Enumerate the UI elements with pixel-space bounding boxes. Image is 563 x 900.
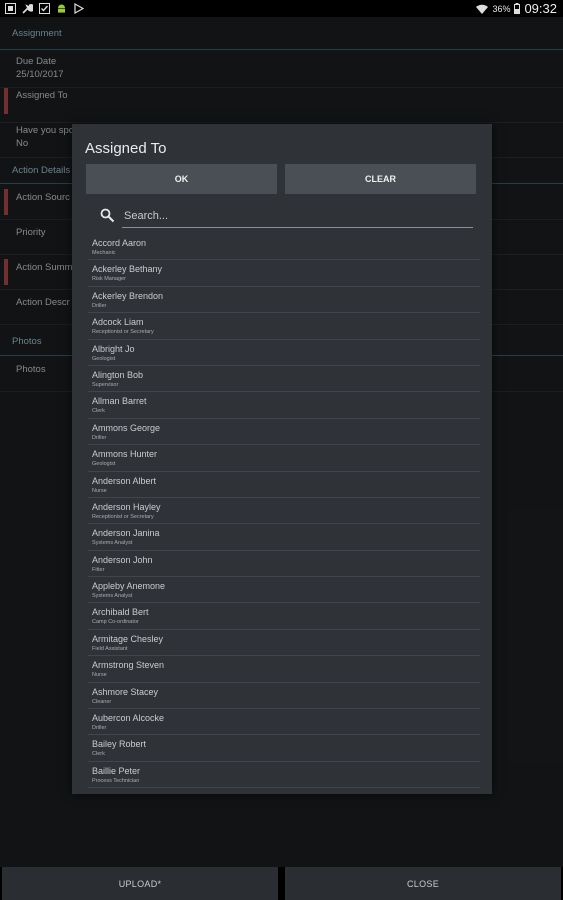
- clear-button[interactable]: CLEAR: [285, 164, 476, 194]
- person-role: Supervisor: [92, 381, 119, 388]
- person-role: Field Assistant: [92, 645, 128, 652]
- person-role: Clerk: [92, 751, 105, 758]
- list-item[interactable]: Adcock Liam Receptionist or Secretary: [88, 313, 480, 340]
- clock: 09:32: [524, 1, 557, 16]
- list-item[interactable]: Albright Jo Geologist: [88, 340, 480, 366]
- person-role: Systems Analyst: [92, 540, 133, 547]
- list-item[interactable]: Ammons Hunter Geologist: [88, 445, 480, 472]
- list-item[interactable]: Aubercon Alcocke Driller: [88, 709, 480, 736]
- list-item[interactable]: Ackerley Bethany Risk Manager: [88, 260, 480, 287]
- list-item[interactable]: Anderson Albert Nurse: [88, 472, 480, 498]
- list-item[interactable]: Ackerley Brendon Driller: [88, 287, 480, 314]
- person-role: Receptionist or Secretary: [92, 513, 154, 520]
- search-icon: [100, 208, 115, 223]
- person-name: Alington Bob: [92, 369, 144, 380]
- list-item[interactable]: Armitage Chesley Field Assistant: [88, 630, 480, 657]
- person-name: Allman Barret: [92, 396, 147, 407]
- person-role: Geologist: [92, 461, 116, 468]
- person-name: Ackerley Brendon: [92, 290, 164, 301]
- search-bar: [100, 206, 473, 228]
- list-item[interactable]: Appleby Anemone Systems Analyst: [88, 577, 480, 604]
- person-role: Camp Co-ordinator: [92, 619, 139, 626]
- battery-percent: 36%: [492, 3, 511, 14]
- person-role: Nurse: [92, 487, 107, 494]
- list-item[interactable]: Anderson John Fitter: [88, 551, 480, 578]
- wifi-icon: [476, 4, 489, 14]
- person-role: Clerk: [92, 408, 105, 415]
- person-name: Aubercon Alcocke: [92, 713, 165, 724]
- status-bar: 36% 09:32: [0, 0, 563, 17]
- list-item[interactable]: Bailey Robert Clerk: [88, 735, 480, 762]
- person-role: Systems Analyst: [92, 593, 133, 600]
- person-role: Receptionist or Secretary: [92, 329, 154, 336]
- person-name: Ashmore Stacey: [92, 686, 159, 697]
- person-role: Driller: [92, 434, 107, 441]
- person-role: Geologist: [92, 355, 116, 362]
- person-name: Armstrong Steven: [92, 660, 165, 671]
- assigned-to-dialog: Assigned To OK CLEAR Accord Aaron Mechani…: [72, 124, 492, 794]
- person-role: Driller: [92, 725, 107, 732]
- search-underline: [122, 227, 473, 228]
- person-name: Anderson Janina: [92, 528, 160, 539]
- battery-icon: [514, 3, 521, 14]
- person-name: Armitage Chesley: [92, 633, 164, 644]
- person-name: Baillie Peter: [92, 765, 141, 776]
- person-name: Appleby Anemone: [92, 581, 166, 592]
- dialog-title: Assigned To: [85, 140, 167, 157]
- list-item[interactable]: Allman Barret Clerk: [88, 392, 480, 419]
- list-item[interactable]: Archibald Bert Camp Co-ordinator: [88, 603, 480, 630]
- person-name: Accord Aaron: [92, 238, 147, 248]
- close-button[interactable]: CLOSE: [285, 867, 561, 900]
- person-role: Process Technician: [92, 777, 140, 784]
- upload-button[interactable]: UPLOAD*: [2, 867, 278, 900]
- checkbox-icon: [39, 3, 50, 14]
- android-icon: [58, 4, 65, 13]
- wrench-icon: [22, 4, 33, 14]
- person-role: Driller: [92, 302, 107, 309]
- list-item[interactable]: Anderson Hayley Receptionist or Secretary: [88, 498, 480, 525]
- person-name: Anderson John: [92, 554, 153, 565]
- notification-icon: [5, 3, 16, 14]
- person-role: Fitter: [92, 566, 105, 573]
- search-input[interactable]: [122, 206, 466, 226]
- list-item[interactable]: Accord Aaron Mechanic: [88, 234, 480, 261]
- list-item[interactable]: Armstrong Steven Nurse: [88, 656, 480, 683]
- person-name: Adcock Liam: [92, 317, 144, 328]
- person-name: Anderson Albert: [92, 475, 157, 486]
- person-name: Ammons Hunter: [92, 449, 158, 460]
- list-item[interactable]: Anderson Janina Systems Analyst: [88, 524, 480, 551]
- person-name: Anderson Hayley: [92, 501, 161, 512]
- list-item[interactable]: Ammons George Driller: [88, 419, 480, 446]
- play-icon: [74, 3, 84, 14]
- list-item[interactable]: Alington Bob Supervisor: [88, 366, 480, 393]
- person-list[interactable]: Accord Aaron Mechanic Ackerley Bethany Risk…: [88, 234, 480, 790]
- person-name: Archibald Bert: [92, 607, 149, 618]
- list-item[interactable]: Ashmore Stacey Cleaner: [88, 683, 480, 710]
- person-name: Albright Jo: [92, 343, 135, 354]
- person-name: Ackerley Bethany: [92, 264, 163, 275]
- person-role: Cleaner: [92, 698, 112, 705]
- person-name: Bailey Robert: [92, 739, 147, 750]
- ok-button[interactable]: OK: [86, 164, 277, 194]
- list-item[interactable]: Baillie Peter Process Technician: [88, 762, 480, 789]
- person-role: Risk Manager: [92, 276, 126, 283]
- person-name: Ammons George: [92, 422, 161, 433]
- person-role: Nurse: [92, 672, 107, 679]
- person-role: Mechanic: [92, 250, 116, 256]
